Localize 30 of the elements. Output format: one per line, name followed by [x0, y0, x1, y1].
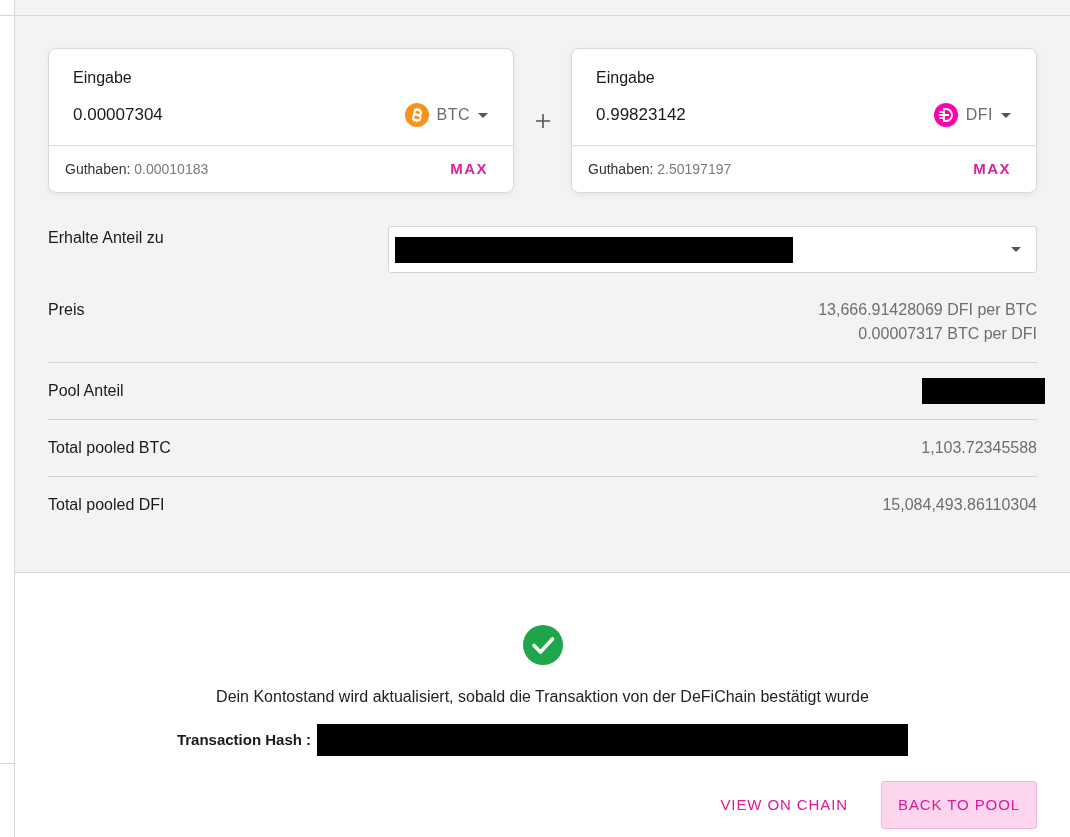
token-select[interactable]: DFI [933, 103, 1012, 127]
input-label: Eingabe [73, 68, 132, 88]
caret-icon [1011, 247, 1021, 252]
receive-label: Erhalte Anteil zu [48, 228, 165, 248]
detail-value: 1,103.72345588 [921, 438, 1037, 458]
caret-icon [1001, 112, 1011, 118]
pool-select[interactable] [388, 226, 1037, 273]
input-label: Eingabe [596, 68, 655, 88]
defichain-icon [933, 103, 958, 127]
detail-value: 13,666.91428069 DFI per BTC [818, 300, 1037, 320]
caret-icon [478, 112, 488, 118]
bitcoin-icon [404, 103, 429, 127]
detail-value: 15,084,493.86110304 [882, 495, 1037, 515]
detail-value: 0.00007317 BTC per DFI [858, 324, 1037, 344]
detail-label: Preis [48, 300, 85, 320]
balance-text: Guthaben: 0.00010183 [65, 159, 209, 179]
amount-input[interactable]: 0.99823142 [596, 104, 922, 126]
plus-icon [535, 113, 550, 128]
token-select[interactable]: BTC [404, 103, 489, 127]
status-message: Dein Kontostand wird aktualisiert, sobald die Transaktion von der DeFiChain bestätigt wurde [216, 687, 869, 707]
back-to-pool-button[interactable]: BACK TO POOL [881, 781, 1037, 829]
detail-label: Total pooled BTC [48, 438, 171, 458]
max-button[interactable]: MAX [442, 155, 496, 183]
detail-label: Pool Anteil [48, 381, 124, 401]
detail-label: Total pooled DFI [48, 495, 165, 515]
hash-label: Transaction Hash : [176, 729, 312, 750]
amount-input[interactable]: 0.00007304 [73, 104, 393, 126]
max-button[interactable]: MAX [965, 155, 1019, 183]
balance-text: Guthaben: 2.50197197 [588, 159, 732, 179]
view-on-chain-button[interactable]: VIEW ON CHAIN [704, 781, 864, 829]
